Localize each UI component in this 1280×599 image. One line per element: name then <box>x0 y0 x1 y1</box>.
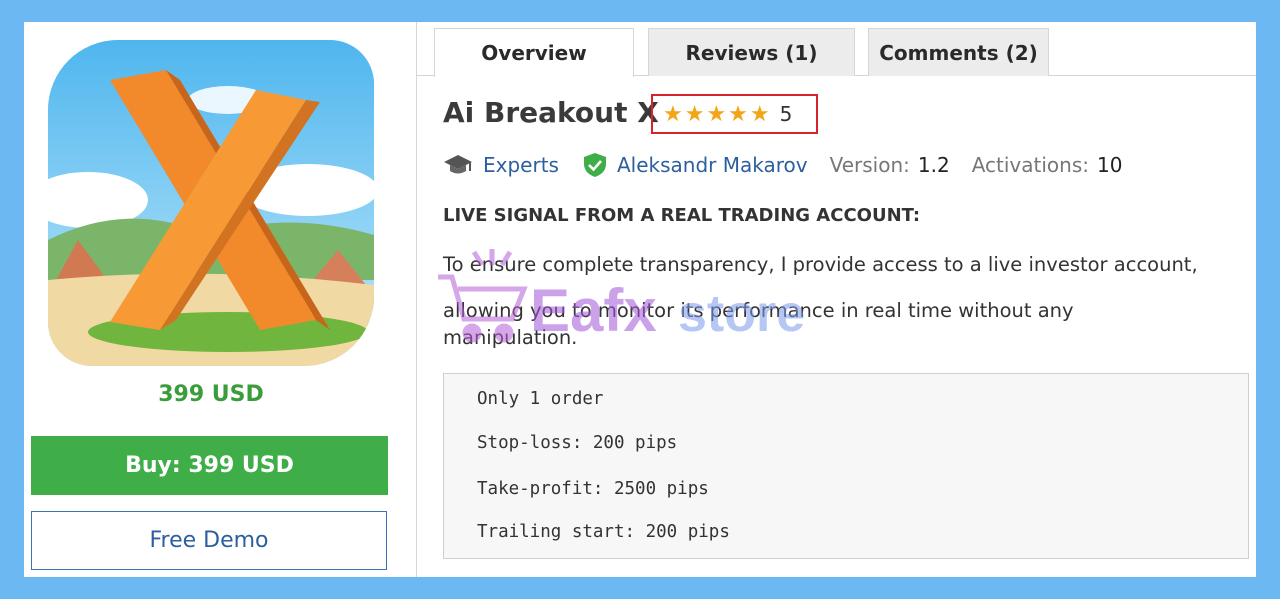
description-line-3: manipulation. <box>443 326 578 349</box>
settings-line: Trailing start: 200 pips <box>477 522 730 542</box>
product-price: 399 USD <box>158 382 264 407</box>
product-logo-art <box>48 40 374 366</box>
rating-stars: ★★★★★ <box>663 101 772 127</box>
activations-value: 10 <box>1096 153 1123 177</box>
author-link[interactable]: Aleksandr Makarov <box>617 153 808 177</box>
buy-button[interactable]: Buy: 399 USD <box>31 436 388 495</box>
version-value: 1.2 <box>917 153 950 177</box>
rating-value: 5 <box>779 102 793 126</box>
tab-comments[interactable]: Comments (2) <box>868 28 1049 76</box>
description-line-1: To ensure complete transparency, I provi… <box>443 253 1198 276</box>
tab-overview[interactable]: Overview <box>434 28 634 77</box>
description-heading: LIVE SIGNAL FROM A REAL TRADING ACCOUNT: <box>443 205 921 226</box>
tab-reviews[interactable]: Reviews (1) <box>648 28 855 76</box>
product-title: Ai Breakout X <box>443 96 659 129</box>
verified-shield-icon <box>583 152 607 178</box>
rating-highlight[interactable]: ★★★★★ 5 <box>651 94 818 134</box>
activations-label: Activations: <box>971 153 1089 177</box>
version-label: Version: <box>829 153 910 177</box>
settings-code-block: Only 1 order Stop-loss: 200 pips Take-pr… <box>443 373 1249 559</box>
graduation-cap-icon <box>443 153 473 177</box>
product-logo-image <box>48 40 374 366</box>
settings-line: Stop-loss: 200 pips <box>477 433 678 453</box>
description-line-2: allowing you to monitor its performance … <box>443 299 1074 322</box>
product-page: 399 USD Buy: 399 USD Free Demo Overview … <box>24 22 1256 577</box>
settings-line: Take-profit: 2500 pips <box>477 479 709 499</box>
category-link[interactable]: Experts <box>483 153 559 177</box>
free-demo-button[interactable]: Free Demo <box>31 511 387 570</box>
settings-line: Only 1 order <box>477 389 604 409</box>
product-sidebar: 399 USD Buy: 399 USD Free Demo <box>24 22 417 577</box>
product-meta: Experts Aleksandr Makarov Version: 1.2 A… <box>443 150 1122 180</box>
